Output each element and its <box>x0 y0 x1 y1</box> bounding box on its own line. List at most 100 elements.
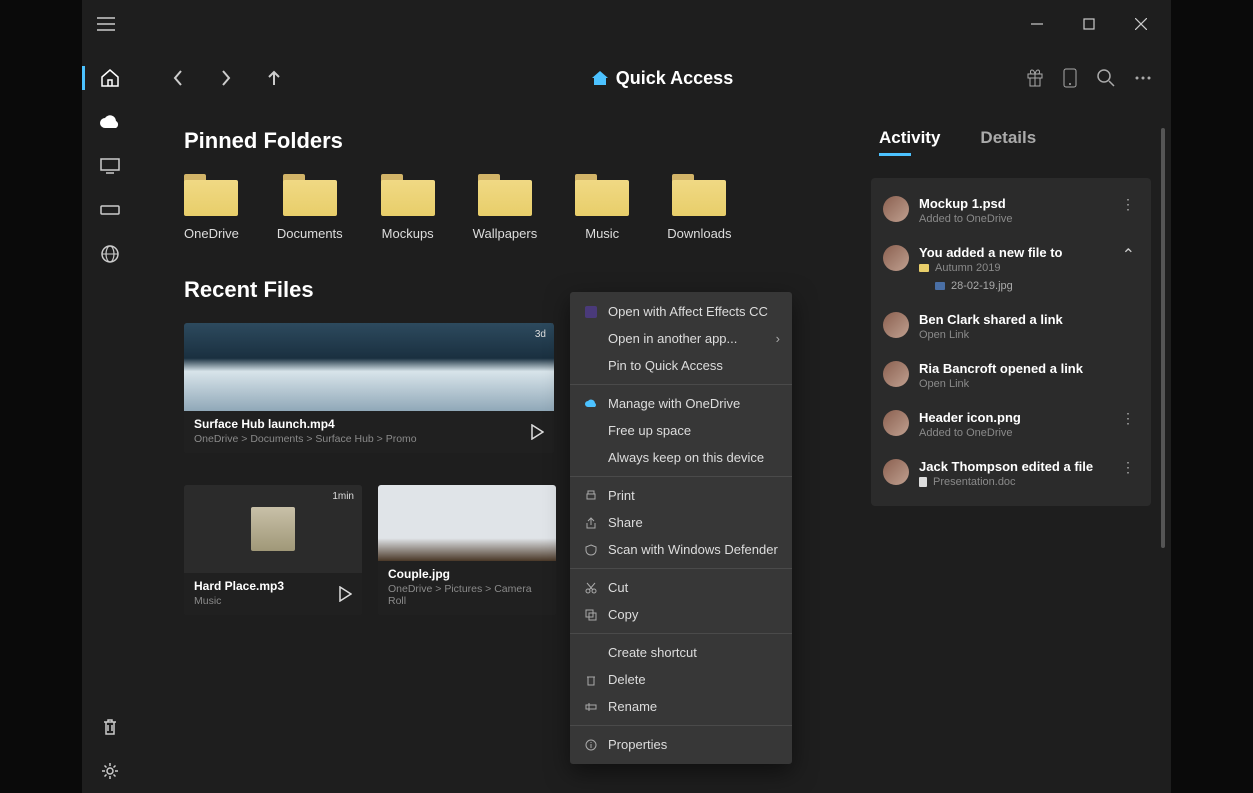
page-title: Quick Access <box>616 68 733 89</box>
more-icon <box>1135 76 1151 80</box>
maximize-icon <box>1083 18 1095 30</box>
menu-item[interactable]: Rename <box>570 693 792 720</box>
menu-item[interactable]: Pin to Quick Access <box>570 352 792 379</box>
more-button[interactable] <box>1135 76 1151 80</box>
folder-icon <box>283 174 337 216</box>
up-button[interactable] <box>250 54 298 102</box>
more-icon[interactable]: ⋮ <box>1117 196 1139 213</box>
context-menu: Open with Affect Effects CC Open in anoth… <box>570 292 792 764</box>
menu-label: Share <box>608 515 643 530</box>
folder-documents[interactable]: Documents <box>277 174 343 241</box>
menu-label: Delete <box>608 672 646 687</box>
file-name: Hard Place.mp3 <box>194 579 352 593</box>
ae-icon <box>584 306 598 318</box>
trash-icon <box>102 718 118 736</box>
activity-list: Mockup 1.psd Added to OneDrive ⋮ You add… <box>871 178 1151 506</box>
menu-item[interactable]: Copy <box>570 601 792 628</box>
menu-label: Open in another app... <box>608 331 737 346</box>
menu-separator <box>570 725 792 726</box>
hamburger-button[interactable] <box>82 0 130 48</box>
file-path: Music <box>194 595 352 607</box>
rename-icon <box>584 701 598 713</box>
menu-label: Manage with OneDrive <box>608 396 740 411</box>
menu-item[interactable]: Properties <box>570 731 792 758</box>
back-button[interactable] <box>154 54 202 102</box>
menu-item[interactable]: Cut <box>570 574 792 601</box>
menu-label: Open with Affect Effects CC <box>608 304 768 319</box>
cloud-icon <box>584 399 598 408</box>
print-icon <box>584 490 598 502</box>
doc-mini-icon <box>919 477 927 487</box>
menu-item[interactable]: Free up space <box>570 417 792 444</box>
image-thumbnail <box>378 485 556 561</box>
play-icon[interactable] <box>338 586 352 602</box>
menu-item[interactable]: Create shortcut <box>570 639 792 666</box>
close-button[interactable] <box>1115 4 1167 44</box>
trash-icon <box>584 674 598 686</box>
folder-onedrive[interactable]: OneDrive <box>184 174 239 241</box>
menu-label: Scan with Windows Defender <box>608 542 778 557</box>
sidebar-keyboard[interactable] <box>82 188 138 232</box>
minimize-icon <box>1031 18 1043 30</box>
more-icon[interactable]: ⋮ <box>1117 410 1139 427</box>
chevron-up-icon[interactable]: ⌃ <box>1118 245 1139 265</box>
folder-mini-icon <box>919 264 929 272</box>
recent-item-audio[interactable]: 1min Hard Place.mp3 Music <box>184 485 362 615</box>
sidebar-onedrive[interactable] <box>82 100 138 144</box>
maximize-button[interactable] <box>1063 4 1115 44</box>
activity-item[interactable]: Header icon.png Added to OneDrive ⋮ <box>871 400 1151 449</box>
copy-icon <box>584 609 598 621</box>
menu-label: Cut <box>608 580 628 595</box>
search-button[interactable] <box>1097 69 1115 87</box>
activity-item[interactable]: Jack Thompson edited a file Presentation… <box>871 449 1151 498</box>
recent-item-video[interactable]: ✓ 3d Surface Hub launch.mp4 OneDrive > D… <box>184 323 554 453</box>
pinned-title: Pinned Folders <box>184 128 831 154</box>
menu-separator <box>570 476 792 477</box>
gift-button[interactable] <box>1027 69 1043 87</box>
activity-item[interactable]: Mockup 1.psd Added to OneDrive ⋮ <box>871 186 1151 235</box>
menu-item[interactable]: Manage with OneDrive <box>570 390 792 417</box>
search-icon <box>1097 69 1115 87</box>
tabs: Activity Details <box>871 128 1151 154</box>
folder-icon <box>672 174 726 216</box>
folder-icon <box>381 174 435 216</box>
folder-music[interactable]: Music <box>575 174 629 241</box>
menu-item[interactable]: Share <box>570 509 792 536</box>
minimize-button[interactable] <box>1011 4 1063 44</box>
activity-item[interactable]: Ria Bancroft opened a link Open Link <box>871 351 1151 400</box>
sidebar-home[interactable] <box>82 56 138 100</box>
folder-wallpapers[interactable]: Wallpapers <box>473 174 538 241</box>
menu-item[interactable]: Print <box>570 482 792 509</box>
sidebar-network[interactable] <box>82 232 138 276</box>
activity-item[interactable]: Ben Clark shared a link Open Link <box>871 302 1151 351</box>
file-path: OneDrive > Documents > Surface Hub > Pro… <box>194 433 544 445</box>
duration-badge: 1min <box>332 491 354 502</box>
sidebar-pc[interactable] <box>82 144 138 188</box>
file-name: Couple.jpg <box>388 567 546 581</box>
menu-item[interactable]: Always keep on this device <box>570 444 792 471</box>
more-icon[interactable]: ⋮ <box>1117 459 1139 476</box>
recent-item-image[interactable]: Couple.jpg OneDrive > Pictures > Camera … <box>378 485 556 615</box>
close-icon <box>1135 18 1147 30</box>
info-icon <box>584 739 598 751</box>
menu-label: Rename <box>608 699 657 714</box>
menu-label: Create shortcut <box>608 645 697 660</box>
scrollbar[interactable] <box>1161 128 1165 548</box>
folder-downloads[interactable]: Downloads <box>667 174 731 241</box>
folder-mockups[interactable]: Mockups <box>381 174 435 241</box>
sidebar-settings[interactable] <box>82 749 138 793</box>
menu-item[interactable]: Open with Affect Effects CC <box>570 298 792 325</box>
sidebar-trash[interactable] <box>82 705 138 749</box>
menu-item[interactable]: Scan with Windows Defender <box>570 536 792 563</box>
forward-button[interactable] <box>202 54 250 102</box>
device-button[interactable] <box>1063 68 1077 88</box>
shield-icon <box>584 544 598 556</box>
tab-details[interactable]: Details <box>980 128 1036 154</box>
folder-icon <box>575 174 629 216</box>
play-icon[interactable] <box>530 424 544 440</box>
menu-item[interactable]: Open in another app...› <box>570 325 792 352</box>
tab-activity[interactable]: Activity <box>879 128 940 154</box>
menu-label: Pin to Quick Access <box>608 358 723 373</box>
activity-item[interactable]: You added a new file to Autumn 2019 28-0… <box>871 235 1151 302</box>
menu-item[interactable]: Delete <box>570 666 792 693</box>
